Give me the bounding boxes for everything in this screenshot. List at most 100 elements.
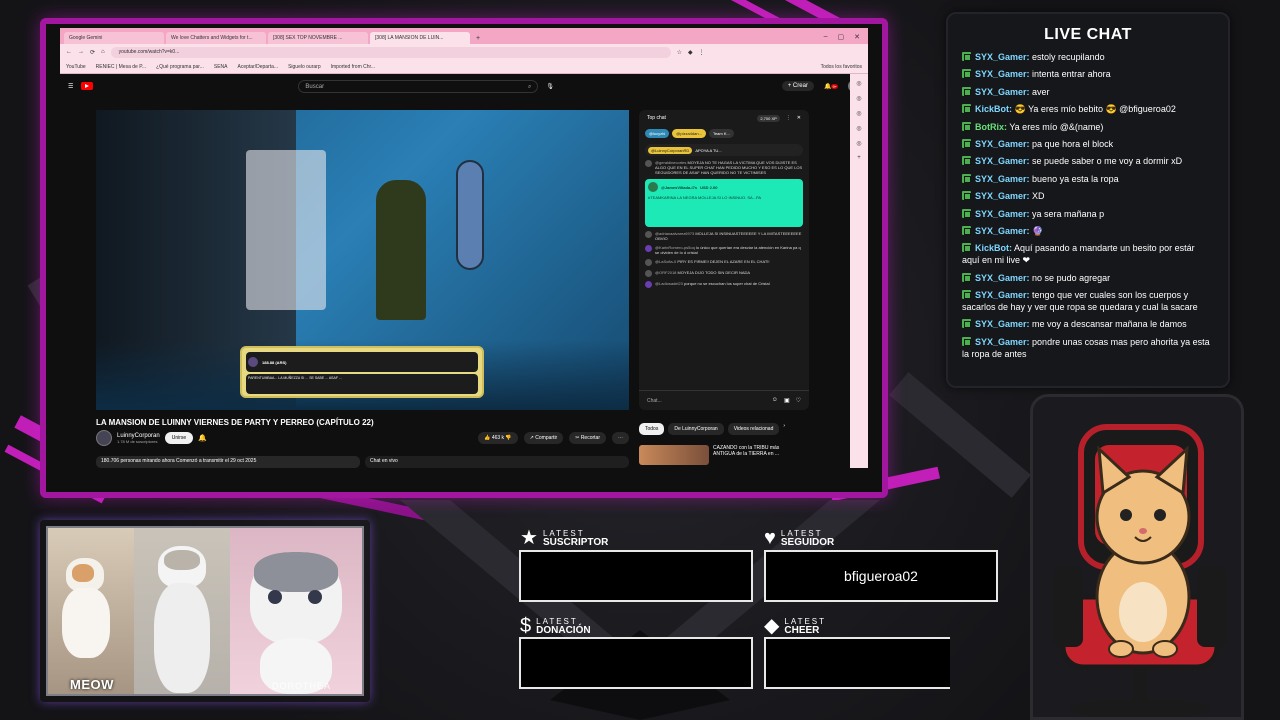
bookmark-item[interactable]: SENA (214, 64, 228, 70)
create-button[interactable]: + Crear (781, 81, 814, 91)
related-video-title[interactable]: CAZANDO con la TRIBU más ANTIGUA de la T… (713, 445, 793, 465)
close-icon[interactable]: ✕ (797, 115, 801, 121)
channel-name[interactable]: LuinnyCorporan (117, 433, 160, 439)
chevron-right-icon[interactable]: › (783, 423, 785, 435)
description-box[interactable]: 180.706 personas mirando ahora Comenzó a… (96, 456, 360, 468)
minimize-icon[interactable]: – (824, 33, 828, 41)
video-player[interactable]: 188.88 (ARS) PARENTUMBAA... LA MUÑEZZA S… (96, 110, 629, 410)
url-field[interactable]: youtube.com/watch?v=k0... (110, 46, 671, 58)
user-chip[interactable]: @pizza4dan... (672, 128, 706, 138)
live-chat-title: LIVE CHAT (1044, 26, 1132, 43)
superchat-card: @JamesVillada-i7s USD 2.00 #TEAMKARINA LA… (645, 179, 803, 227)
side-icon[interactable]: ◎ (856, 140, 861, 147)
chat-username[interactable]: SYX_Gamer: (975, 290, 1030, 300)
side-icon[interactable]: ◎ (856, 95, 861, 102)
bookmark-item[interactable]: Aceptar/Departa... (238, 64, 279, 70)
chat-badge-icon (962, 52, 971, 61)
heart-icon[interactable]: ♡ (796, 397, 801, 404)
emoji-icon[interactable]: ☺ (772, 397, 778, 404)
forward-icon[interactable]: → (78, 49, 84, 55)
side-icon[interactable]: ◎ (856, 110, 861, 117)
channel-avatar[interactable] (96, 430, 112, 446)
share-button[interactable]: ↗ Compartir (523, 432, 564, 444)
bookmark-item[interactable]: Siguelo ourarp (288, 64, 321, 70)
chat-message: SYX_Gamer: intenta entrar ahora (962, 68, 1214, 80)
chat-badge-icon (962, 191, 971, 201)
chat-username[interactable]: SYX_Gamer: (975, 191, 1030, 201)
bookmark-item[interactable]: ¿Qué programa par... (156, 64, 204, 70)
sticker-icon[interactable]: ▣ (784, 397, 790, 404)
chat-text: intenta entrar ahora (1032, 69, 1111, 80)
tab-related[interactable]: Videos relacionad (727, 423, 780, 435)
back-icon[interactable]: ← (66, 49, 72, 55)
superchat-overlay: 188.88 (ARS) PARENTUMBAA... LA MUÑEZZA S… (240, 346, 484, 398)
tab-all[interactable]: Todos (639, 423, 665, 435)
like-button[interactable]: 👍 463 k 👎 (478, 432, 518, 444)
chat-badge-icon (962, 69, 971, 79)
mic-icon[interactable]: 🎙 (546, 83, 554, 90)
browser-tab[interactable]: Google Gemini (64, 32, 164, 44)
join-button[interactable]: Unirse (164, 432, 194, 444)
video-thumbnail[interactable] (639, 445, 709, 465)
browser-tab-active[interactable]: [308] LA MANSION DE LUIN... (370, 32, 470, 44)
youtube-logo[interactable] (81, 81, 115, 91)
chat-badge-icon (962, 272, 971, 282)
all-bookmarks[interactable]: Todos los favoritos (821, 64, 862, 70)
chat-mode[interactable]: Top chat (647, 115, 666, 121)
pinned-message[interactable]: @LuinnyCorporanRD APOYA A TU... (645, 144, 803, 156)
chat-username[interactable]: KickBot: (975, 104, 1012, 114)
chat-username[interactable]: SYX_Gamer: (975, 156, 1030, 166)
browser-tab[interactable]: [308] SEX TOP NOVEMBRE ... (268, 32, 368, 44)
home-icon[interactable]: ⌂ (101, 49, 105, 55)
hamburger-icon[interactable]: ☰ (68, 83, 73, 90)
related-video[interactable]: CAZANDO con la TRIBU más ANTIGUA de la T… (639, 445, 793, 465)
bookmark-item[interactable]: YouTube (66, 64, 86, 70)
chat-username[interactable]: SYX_Gamer: (975, 273, 1030, 283)
chat-username[interactable]: SYX_Gamer: (975, 226, 1030, 236)
user-chip[interactable]: @lucyzhi (645, 128, 670, 138)
bookmark-item[interactable]: Imported from Chr... (331, 64, 375, 70)
chat-badge-icon (962, 121, 971, 131)
chat-username[interactable]: SYX_Gamer: (975, 174, 1030, 184)
more-icon[interactable]: ⋯ (612, 432, 629, 444)
side-icon[interactable]: ◎ (856, 125, 861, 132)
chat-label: Chat en vivo (365, 456, 629, 468)
chat-username[interactable]: SYX_Gamer: (975, 87, 1030, 97)
bookmark-item[interactable]: RENIEC | Mesa de P... (96, 64, 146, 70)
new-tab-icon[interactable]: + (472, 33, 484, 44)
add-icon[interactable]: + (857, 155, 861, 161)
star-icon[interactable]: ☆ (677, 49, 682, 56)
chat-username[interactable]: SYX_Gamer: (975, 69, 1030, 79)
list-item: @LaSofia-0 PIRY ES FIRME!! DEJEN EL AZAR… (645, 259, 803, 266)
search-icon[interactable]: ⌕ (528, 84, 531, 90)
chat-message: SYX_Gamer: aver (962, 86, 1214, 98)
chat-username[interactable]: SYX_Gamer: (975, 319, 1030, 329)
subscriber-count: 1.78 M de suscriptores (117, 438, 158, 444)
chat-input[interactable]: Chat... ☺ ▣ ♡ (639, 390, 809, 410)
search-input[interactable]: Buscar ⌕ (298, 79, 539, 93)
chat-username[interactable]: SYX_Gamer: (975, 337, 1030, 347)
chat-username[interactable]: SYX_Gamer: (975, 209, 1030, 219)
chat-text: me voy a descansar mañana le damos (1032, 319, 1187, 330)
cat-video-1 (48, 528, 134, 694)
tab-channel[interactable]: De LuinnyCorporan (668, 423, 724, 435)
reload-icon[interactable]: ⟳ (90, 49, 95, 56)
star-icon: ★ (520, 527, 538, 549)
browser-tab[interactable]: We love Chatters and Widgets for t... (166, 32, 266, 44)
maximize-icon[interactable]: ▢ (838, 33, 845, 41)
chat-username[interactable]: BotRix: (975, 122, 1007, 132)
notifications-icon[interactable]: 🔔9+ (824, 83, 838, 90)
user-chip[interactable]: Team K... (708, 128, 734, 138)
live-chat-panel: LIVE CHAT SYX_Gamer: estoly recupilando S… (946, 12, 1230, 388)
close-icon[interactable]: ✕ (854, 33, 860, 41)
chat-username[interactable]: SYX_Gamer: (975, 52, 1030, 62)
more-icon[interactable]: ⋮ (786, 115, 791, 121)
menu-icon[interactable]: ⋮ (699, 49, 705, 56)
chat-username[interactable]: KickBot: (975, 243, 1012, 253)
extension-icon[interactable]: ◆ (688, 49, 693, 56)
side-icon[interactable]: ◎ (856, 80, 861, 87)
chat-username[interactable]: SYX_Gamer: (975, 139, 1030, 149)
cam-label-right: DOROTHEA (272, 681, 332, 691)
clip-button[interactable]: ✂ Recortar (569, 432, 606, 444)
bell-icon[interactable]: 🔔 (198, 434, 207, 442)
